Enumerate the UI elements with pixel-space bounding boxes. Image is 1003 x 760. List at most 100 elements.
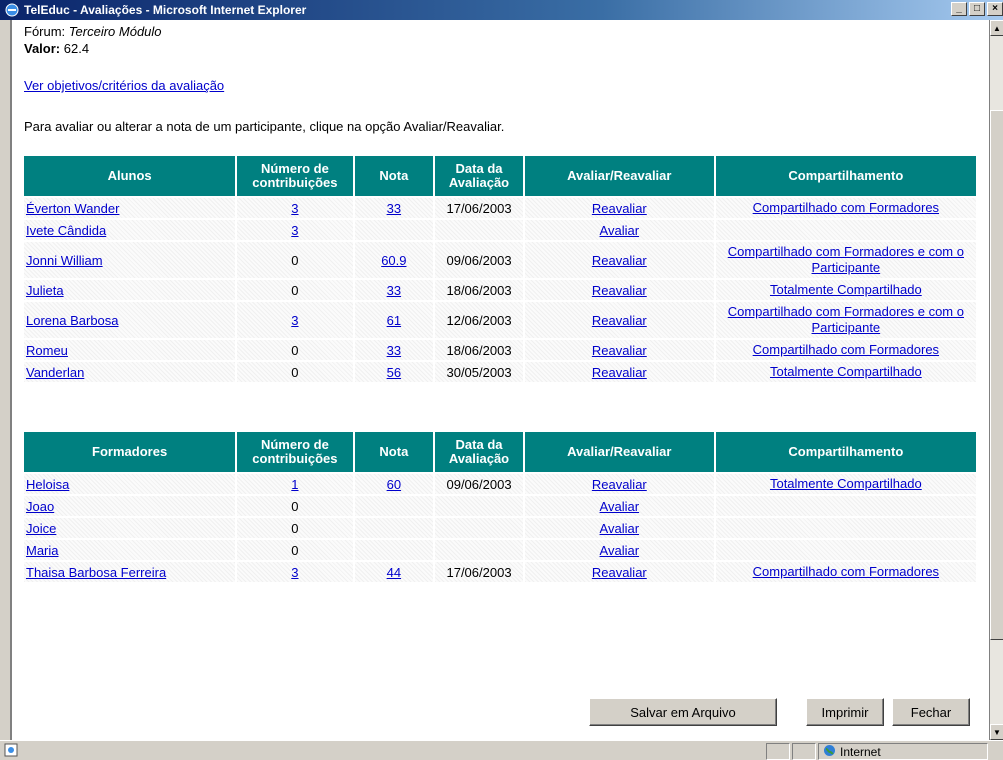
scroll-thumb[interactable] <box>990 110 1003 640</box>
evaluation-date: 30/05/2003 <box>435 362 523 382</box>
contributions-link[interactable]: 3 <box>291 565 298 580</box>
column-header: Nota <box>354 432 434 472</box>
print-button[interactable]: Imprimir <box>806 698 884 726</box>
save-to-file-button[interactable]: Salvar em Arquivo <box>589 698 777 726</box>
table-row: Joice 0 Avaliar <box>24 518 976 538</box>
contributions-link[interactable]: 1 <box>291 477 298 492</box>
participant-link[interactable]: Vanderlan <box>26 365 84 380</box>
evaluation-date: 09/06/2003 <box>435 242 523 278</box>
evaluate-link[interactable]: Reavaliar <box>592 343 647 358</box>
contributions-link[interactable]: 3 <box>291 223 298 238</box>
table-row: Thaisa Barbosa Ferreira 3 44 17/06/2003 … <box>24 562 976 582</box>
grade-link[interactable]: 33 <box>387 201 401 216</box>
internet-explorer-icon <box>4 2 20 18</box>
participant-link[interactable]: Éverton Wander <box>26 201 119 216</box>
forum-label: Fórum: <box>24 24 66 39</box>
trainers-table: Formadores Número de contribuições Nota … <box>24 430 978 584</box>
table-row: Jonni William 0 60.9 09/06/2003 Reavalia… <box>24 242 976 278</box>
column-header: Data da Avaliação <box>435 156 523 196</box>
grade-link[interactable]: 33 <box>387 343 401 358</box>
title-bar: TelEduc - Avaliações - Microsoft Interne… <box>0 0 1003 20</box>
participant-link[interactable]: Maria <box>26 543 59 558</box>
participant-link[interactable]: Joao <box>26 499 54 514</box>
evaluation-date <box>435 220 523 240</box>
grade-link[interactable]: 44 <box>387 565 401 580</box>
evaluate-link[interactable]: Reavaliar <box>592 201 647 216</box>
sharing-cell <box>715 518 976 538</box>
column-header: Avaliar/Reavaliar <box>524 432 714 472</box>
sharing-link[interactable]: Totalmente Compartilhado <box>770 282 922 297</box>
column-header: Avaliar/Reavaliar <box>524 156 714 196</box>
evaluate-link[interactable]: Reavaliar <box>592 477 647 492</box>
participant-link[interactable]: Jonni William <box>26 253 103 268</box>
close-button[interactable]: Fechar <box>892 698 970 726</box>
column-header: Número de contribuições <box>237 432 353 472</box>
grade-link[interactable]: 61 <box>387 313 401 328</box>
grade-link[interactable]: 60 <box>387 477 401 492</box>
contributions-cell: 0 <box>237 518 353 538</box>
table-row: Lorena Barbosa 3 61 12/06/2003 Reavaliar… <box>24 302 976 338</box>
contributions-cell: 0 <box>237 242 353 278</box>
sharing-link[interactable]: Compartilhado com Formadores <box>753 200 939 215</box>
contributions-link[interactable]: 3 <box>291 201 298 216</box>
column-header: Data da Avaliação <box>435 432 523 472</box>
evaluate-link[interactable]: Reavaliar <box>592 313 647 328</box>
table-row: Ivete Cândida 3 Avaliar <box>24 220 976 240</box>
window-frame <box>0 20 12 740</box>
page-status-icon <box>4 743 18 760</box>
grade-link[interactable]: 60.9 <box>381 253 406 268</box>
evaluation-date: 18/06/2003 <box>435 280 523 300</box>
status-cell <box>766 743 790 760</box>
contributions-cell: 0 <box>237 540 353 560</box>
evaluate-link[interactable]: Reavaliar <box>592 253 647 268</box>
scroll-up-arrow-icon[interactable]: ▲ <box>990 20 1003 36</box>
zone-label: Internet <box>840 744 881 759</box>
sharing-link[interactable]: Compartilhado com Formadores <box>753 564 939 579</box>
objectives-link[interactable]: Ver objetivos/critérios da avaliação <box>24 78 984 93</box>
evaluate-link[interactable]: Reavaliar <box>592 565 647 580</box>
contributions-cell: 0 <box>237 496 353 516</box>
sharing-link[interactable]: Compartilhado com Formadores <box>753 342 939 357</box>
sharing-link[interactable]: Compartilhado com Formadores e com o Par… <box>728 304 964 335</box>
grade-link[interactable]: 56 <box>387 365 401 380</box>
sharing-link[interactable]: Totalmente Compartilhado <box>770 364 922 379</box>
evaluate-link[interactable]: Avaliar <box>600 543 640 558</box>
participant-link[interactable]: Heloisa <box>26 477 69 492</box>
column-header: Formadores <box>24 432 236 472</box>
evaluate-link[interactable]: Avaliar <box>600 521 640 536</box>
evaluate-link[interactable]: Avaliar <box>600 499 640 514</box>
table-row: Heloisa 1 60 09/06/2003 Reavaliar Totalm… <box>24 474 976 494</box>
table-header-row: Alunos Número de contribuições Nota Data… <box>24 156 976 196</box>
contributions-link[interactable]: 3 <box>291 313 298 328</box>
participant-link[interactable]: Joice <box>26 521 56 536</box>
column-header: Nota <box>354 156 434 196</box>
grade-link[interactable]: 33 <box>387 283 401 298</box>
evaluate-link[interactable]: Reavaliar <box>592 365 647 380</box>
close-window-button[interactable]: × <box>987 2 1003 16</box>
evaluation-date <box>435 518 523 538</box>
evaluation-date: 12/06/2003 <box>435 302 523 338</box>
sharing-link[interactable]: Totalmente Compartilhado <box>770 476 922 491</box>
evaluate-link[interactable]: Reavaliar <box>592 283 647 298</box>
evaluation-date: 17/06/2003 <box>435 562 523 582</box>
participant-link[interactable]: Romeu <box>26 343 68 358</box>
forum-value: Terceiro Módulo <box>68 24 162 39</box>
minimize-button[interactable]: _ <box>951 2 967 16</box>
maximize-button[interactable]: □ <box>969 2 985 16</box>
participant-link[interactable]: Ivete Cândida <box>26 223 106 238</box>
valor-value: 62.4 <box>63 41 90 56</box>
table-row: Julieta 0 33 18/06/2003 Reavaliar Totalm… <box>24 280 976 300</box>
table-row: Romeu 0 33 18/06/2003 Reavaliar Comparti… <box>24 340 976 360</box>
evaluation-date: 09/06/2003 <box>435 474 523 494</box>
evaluate-link[interactable]: Avaliar <box>600 223 640 238</box>
grade-cell <box>354 220 434 240</box>
page-content: Fórum: Terceiro Módulo Valor: 62.4 Ver o… <box>24 22 984 734</box>
vertical-scrollbar[interactable]: ▲ ▼ <box>989 20 1003 740</box>
sharing-link[interactable]: Compartilhado com Formadores e com o Par… <box>728 244 964 275</box>
scroll-down-arrow-icon[interactable]: ▼ <box>990 724 1003 740</box>
participant-link[interactable]: Julieta <box>26 283 64 298</box>
participant-link[interactable]: Thaisa Barbosa Ferreira <box>26 565 166 580</box>
participant-link[interactable]: Lorena Barbosa <box>26 313 119 328</box>
button-bar: Salvar em Arquivo Imprimir Fechar <box>24 698 984 728</box>
forum-line: Fórum: Terceiro Módulo <box>24 24 984 39</box>
